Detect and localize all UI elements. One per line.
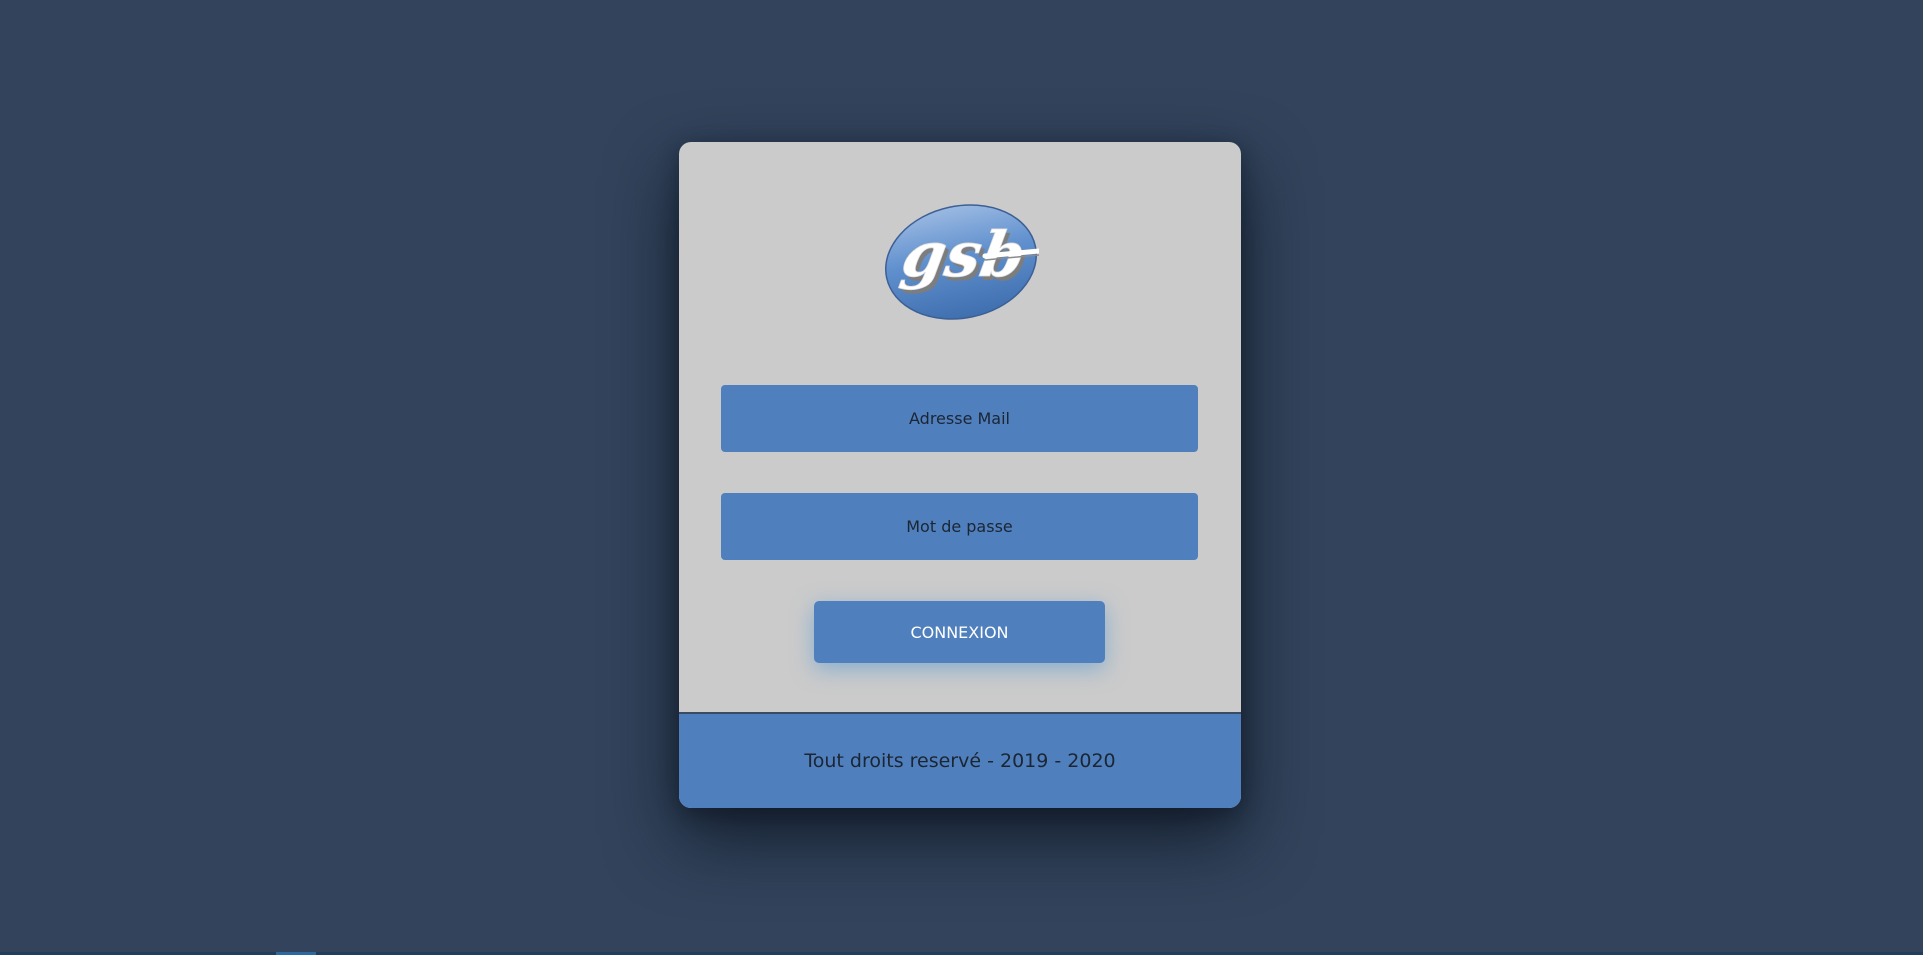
- footer: Tout droits reservé - 2019 - 2020: [679, 712, 1241, 808]
- login-button[interactable]: CONNEXION: [814, 601, 1105, 663]
- password-field[interactable]: [721, 493, 1198, 560]
- login-page: gsb gsb CONNEXION Tout droits reservé - …: [0, 0, 1923, 955]
- login-card: gsb gsb CONNEXION Tout droits reservé - …: [679, 142, 1241, 808]
- gsb-logo: gsb gsb: [885, 204, 1039, 320]
- email-field[interactable]: [721, 385, 1198, 452]
- footer-text: Tout droits reservé - 2019 - 2020: [804, 750, 1116, 772]
